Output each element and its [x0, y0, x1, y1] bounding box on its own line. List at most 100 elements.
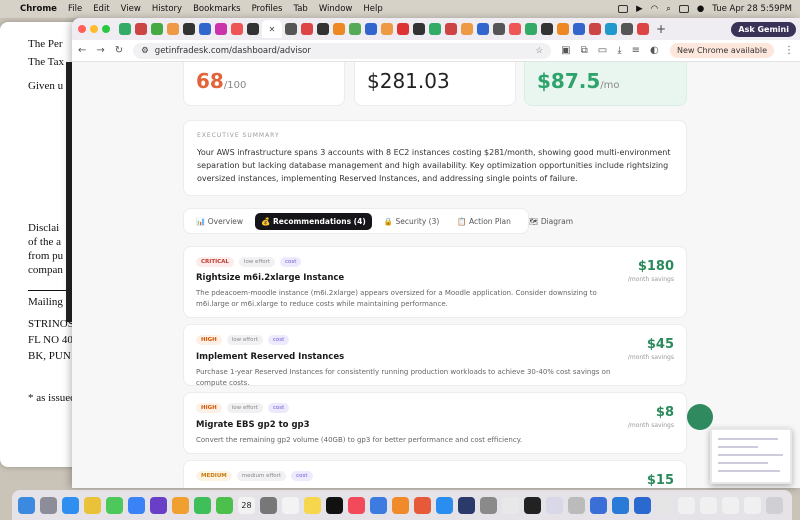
- phone-icon[interactable]: [216, 496, 233, 514]
- tab-favicon[interactable]: [183, 23, 195, 35]
- tab-favicon[interactable]: [445, 23, 457, 35]
- textedit-icon[interactable]: [502, 496, 519, 514]
- ask-gemini-button[interactable]: Ask Gemini: [731, 21, 796, 37]
- tab-favicon[interactable]: [285, 23, 297, 35]
- maps-icon[interactable]: [150, 496, 167, 514]
- reading-list-icon[interactable]: ≡: [632, 45, 640, 56]
- vscode-icon[interactable]: [612, 496, 629, 514]
- messages-icon[interactable]: [106, 496, 123, 514]
- tab-favicon[interactable]: [151, 23, 163, 35]
- more-menu-icon[interactable]: ⋮: [784, 45, 794, 56]
- menu-window[interactable]: Window: [319, 4, 353, 14]
- site-info-icon[interactable]: ⚙: [141, 46, 149, 56]
- address-bar[interactable]: ⚙ getinfradesk.com/dashboard/advisor ☆: [133, 42, 552, 59]
- screenshot-thumbnail[interactable]: [710, 428, 792, 484]
- reload-icon[interactable]: ↻: [115, 45, 123, 56]
- bookmark-star-icon[interactable]: ☆: [536, 46, 544, 56]
- play-icon[interactable]: ▶: [636, 4, 643, 14]
- vpn-icon[interactable]: [590, 496, 607, 514]
- tab-favicon[interactable]: [637, 23, 649, 35]
- siri-icon[interactable]: ●: [697, 4, 704, 14]
- notes-icon[interactable]: [304, 496, 321, 514]
- calendar-icon[interactable]: 28: [238, 496, 255, 514]
- menu-profiles[interactable]: Profiles: [252, 4, 283, 14]
- app-store-icon[interactable]: [436, 496, 453, 514]
- tab-favicon[interactable]: [429, 23, 441, 35]
- keynote-icon[interactable]: [370, 496, 387, 514]
- reminders-icon[interactable]: [282, 496, 299, 514]
- tab-favicon[interactable]: [381, 23, 393, 35]
- facetime-icon[interactable]: [194, 496, 211, 514]
- zoom-window-button[interactable]: [102, 25, 110, 33]
- tab-favicon[interactable]: [413, 23, 425, 35]
- search-icon[interactable]: ⌕: [666, 4, 671, 14]
- rocket-app-icon[interactable]: [414, 496, 431, 514]
- tab-favicon[interactable]: [349, 23, 361, 35]
- control-center-icon[interactable]: [678, 5, 689, 13]
- finder-icon[interactable]: [18, 496, 35, 514]
- document-window-icon[interactable]: [678, 496, 695, 514]
- tab-favicon[interactable]: [605, 23, 617, 35]
- tab-favicon[interactable]: [333, 23, 345, 35]
- chat-fab-button[interactable]: [687, 404, 713, 430]
- recommendation-card[interactable]: CRITICAL low effort cost Rightsize m6i.2…: [183, 246, 687, 318]
- menu-clock[interactable]: Tue Apr 28 5:59PM: [712, 4, 792, 14]
- screen-icon[interactable]: [618, 5, 629, 13]
- document-window-icon[interactable]: [700, 496, 717, 514]
- menu-history[interactable]: History: [152, 4, 182, 14]
- new-tab-icon[interactable]: +: [656, 22, 666, 36]
- script-editor-icon[interactable]: [546, 496, 563, 514]
- chrome-icon[interactable]: [84, 496, 101, 514]
- tab-favicon[interactable]: [477, 23, 489, 35]
- menu-app-name[interactable]: Chrome: [20, 4, 57, 14]
- preview-icon[interactable]: [656, 496, 673, 514]
- tab-favicon[interactable]: [525, 23, 537, 35]
- active-tab[interactable]: ✕: [262, 20, 282, 38]
- tab-favicon[interactable]: [493, 23, 505, 35]
- extensions-puzzle-icon[interactable]: ⧉: [581, 45, 588, 56]
- download-icon[interactable]: ⤓: [617, 45, 621, 56]
- tab-favicon[interactable]: [301, 23, 313, 35]
- music-icon[interactable]: [348, 496, 365, 514]
- contacts-icon[interactable]: [260, 496, 277, 514]
- cast-icon[interactable]: ▭: [598, 45, 607, 56]
- tab-favicon[interactable]: [509, 23, 521, 35]
- tab-favicon[interactable]: [621, 23, 633, 35]
- menu-edit[interactable]: Edit: [93, 4, 109, 14]
- pages-icon[interactable]: [392, 496, 409, 514]
- back-icon[interactable]: ←: [78, 45, 86, 56]
- tab-overview[interactable]: 📊 Overview: [190, 213, 249, 230]
- system-settings-icon[interactable]: [480, 496, 497, 514]
- tab-favicon[interactable]: [247, 23, 259, 35]
- tab-favicon[interactable]: [573, 23, 585, 35]
- terminal-icon[interactable]: [524, 496, 541, 514]
- tab-favicon[interactable]: [365, 23, 377, 35]
- tab-favicon[interactable]: [231, 23, 243, 35]
- launchpad-icon[interactable]: [40, 496, 57, 514]
- tab-diagram[interactable]: 🗺 Diagram: [523, 213, 579, 230]
- menu-tab[interactable]: Tab: [293, 4, 307, 14]
- tab-recommendations[interactable]: 💰 Recommendations (4): [255, 212, 372, 230]
- menu-help[interactable]: Help: [363, 4, 382, 14]
- tab-favicon[interactable]: [589, 23, 601, 35]
- quicktime-icon[interactable]: [634, 496, 651, 514]
- forward-icon[interactable]: →: [96, 45, 104, 56]
- recommendation-card[interactable]: HIGH low effort cost Migrate EBS gp2 to …: [183, 392, 687, 454]
- trash-icon[interactable]: [766, 496, 783, 514]
- extension-icon[interactable]: ▣: [561, 45, 570, 56]
- wifi-icon[interactable]: ◠: [651, 4, 658, 14]
- xcode-icon[interactable]: [458, 496, 475, 514]
- recommendation-card[interactable]: MEDIUM medium effort cost $15: [183, 460, 687, 488]
- tab-favicon[interactable]: [541, 23, 553, 35]
- minimize-window-button[interactable]: [90, 25, 98, 33]
- document-window-icon[interactable]: [744, 496, 761, 514]
- tab-favicon[interactable]: [317, 23, 329, 35]
- tv-icon[interactable]: [326, 496, 343, 514]
- menu-file[interactable]: File: [68, 4, 82, 14]
- tab-favicon[interactable]: [397, 23, 409, 35]
- tab-favicon[interactable]: [119, 23, 131, 35]
- tab-favicon[interactable]: [557, 23, 569, 35]
- tab-security[interactable]: 🔒 Security (3): [378, 213, 446, 230]
- mail-icon[interactable]: [128, 496, 145, 514]
- update-chrome-button[interactable]: New Chrome available: [669, 43, 774, 58]
